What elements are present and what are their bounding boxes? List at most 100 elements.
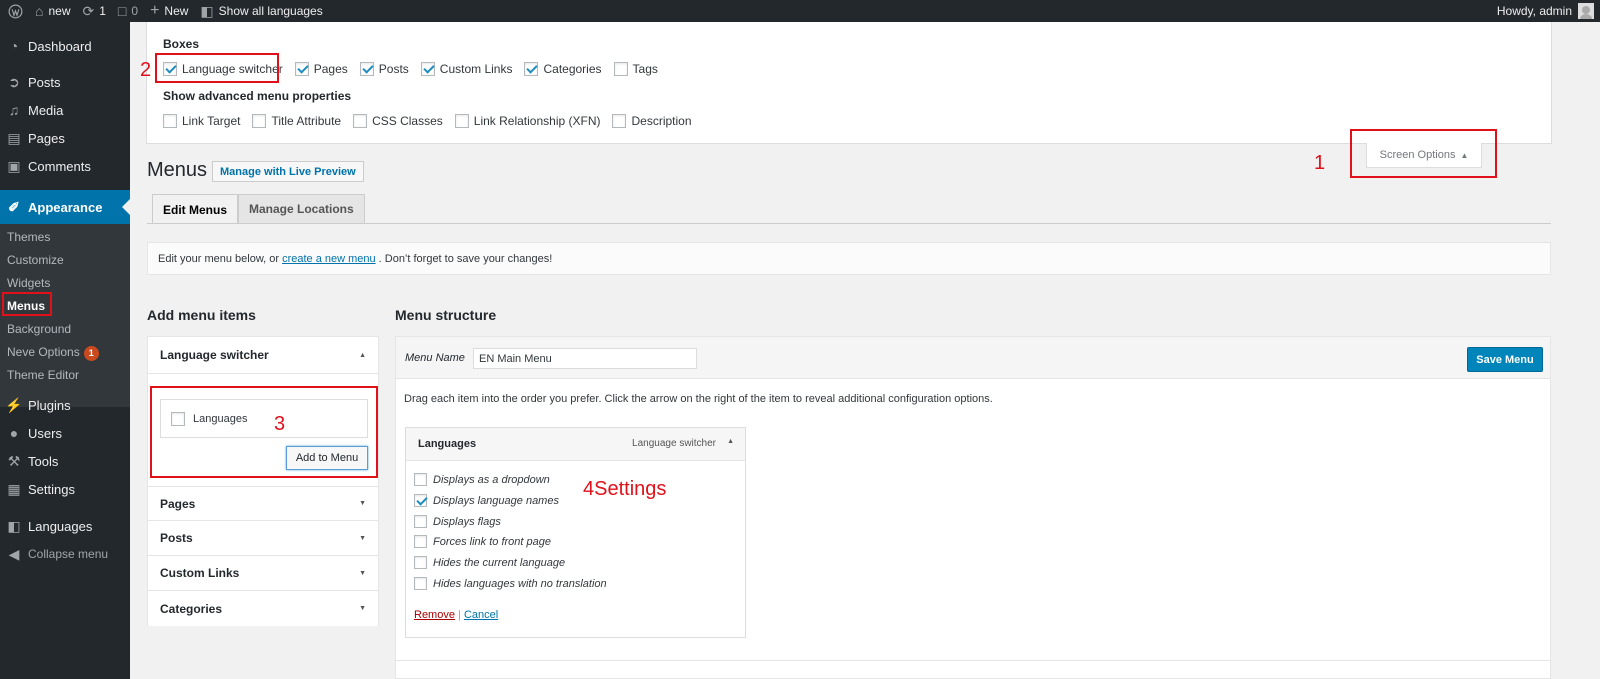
checkbox-categories[interactable]: Categories — [524, 62, 602, 76]
sidebar-item-label: Users — [28, 425, 62, 441]
accordion-language-switcher[interactable]: Language switcher ▲ — [148, 337, 378, 374]
option-hides-current-language[interactable]: Hides the current language — [414, 556, 565, 569]
checkbox[interactable] — [414, 535, 427, 548]
caret-down-icon: ▼ — [359, 534, 366, 542]
sidebar-item-label: Media — [28, 102, 64, 118]
new-content-link[interactable]: + New — [144, 0, 194, 22]
manage-live-preview-button[interactable]: Manage with Live Preview — [212, 161, 364, 182]
site-name: new — [48, 4, 71, 18]
sidebar-item-comments[interactable]: ▣ Comments — [0, 155, 130, 177]
option-displays-language-names[interactable]: Displays language names — [414, 494, 559, 507]
accordion-posts[interactable]: Posts ▼ — [148, 521, 378, 556]
checkbox[interactable] — [613, 62, 628, 76]
settings-icon: ▦ — [7, 480, 21, 497]
option-forces-link-front-page[interactable]: Forces link to front page — [414, 535, 551, 548]
checkbox-custom-links[interactable]: Custom Links — [420, 62, 512, 76]
wordpress-logo-link[interactable] — [0, 0, 29, 22]
translate-icon: ◧ — [200, 3, 214, 19]
comments-link[interactable]: □ 0 — [112, 0, 144, 22]
option-label: Displays as a dropdown — [433, 473, 550, 486]
wrench-icon: ⚒ — [7, 452, 21, 469]
option-displays-flags[interactable]: Displays flags — [414, 515, 501, 528]
checkbox-tags[interactable]: Tags — [613, 62, 658, 76]
checkbox-link-target[interactable]: Link Target — [163, 114, 240, 128]
checkbox-label: Posts — [378, 62, 409, 76]
sidebar-item-label: Tools — [28, 453, 59, 469]
media-icon: ♫ — [8, 102, 20, 118]
site-name-link[interactable]: ⌂ new — [29, 0, 76, 22]
tab-divider — [147, 223, 1551, 224]
collapse-menu-label: Collapse menu — [28, 547, 109, 561]
option-hides-no-translation[interactable]: Hides languages with no translation — [414, 577, 607, 590]
tab-edit-menus[interactable]: Edit Menus — [152, 194, 239, 224]
option-displays-dropdown[interactable]: Displays as a dropdown — [414, 473, 550, 486]
checkbox[interactable] — [414, 556, 427, 569]
sidebar-item-settings[interactable]: ▦ Settings — [0, 478, 130, 500]
sidebar-item-plugins[interactable]: ⚡ Plugins — [0, 394, 130, 416]
sidebar-item-users[interactable]: ● Users — [0, 422, 130, 444]
collapse-menu-button[interactable]: ◀ Collapse menu — [0, 543, 130, 565]
accordion-custom-links[interactable]: Custom Links ▼ — [148, 556, 378, 591]
create-new-menu-link[interactable]: create a new menu — [282, 253, 376, 265]
checkbox[interactable] — [252, 114, 267, 128]
translate-icon: ◧ — [7, 517, 21, 534]
checkbox[interactable] — [353, 114, 368, 128]
caret-up-icon[interactable]: ▲ — [727, 438, 734, 445]
annotation-box-add-languages — [150, 386, 378, 478]
menu-item-handle[interactable]: Languages Language switcher ▲ — [406, 428, 745, 461]
remove-link[interactable]: Remove — [414, 609, 455, 621]
submenu-item-themes[interactable]: Themes — [7, 230, 50, 244]
save-menu-button[interactable]: Save Menu — [1467, 347, 1543, 372]
checkbox-link-relationship[interactable]: Link Relationship (XFN) — [454, 114, 600, 128]
checkbox[interactable] — [414, 515, 427, 528]
updates-icon: ⟳ — [82, 3, 95, 19]
checkbox[interactable] — [294, 62, 309, 76]
notice-text-after: . Don’t forget to save your changes! — [378, 252, 553, 265]
sidebar-item-posts[interactable]: ➲ Posts — [0, 71, 130, 93]
edit-menu-notice: Edit your menu below, or create a new me… — [147, 242, 1551, 275]
accordion-label: Categories — [160, 601, 223, 616]
checkbox[interactable] — [414, 473, 427, 486]
checkbox-label: Description — [631, 114, 692, 128]
sidebar-item-tools[interactable]: ⚒ Tools — [0, 450, 130, 472]
show-all-languages-link[interactable]: ◧ Show all languages — [194, 0, 328, 22]
checkbox-css-classes[interactable]: CSS Classes — [353, 114, 443, 128]
sidebar-item-languages[interactable]: ◧ Languages — [0, 515, 130, 537]
accordion-label: Language switcher — [160, 348, 269, 362]
sidebar-item-pages[interactable]: ▤ Pages — [0, 127, 130, 149]
submenu-item-widgets[interactable]: Widgets — [7, 276, 50, 290]
checkbox-description[interactable]: Description — [612, 114, 692, 128]
checkbox-pages[interactable]: Pages — [294, 62, 348, 76]
option-label: Hides languages with no translation — [433, 577, 607, 590]
home-icon: ⌂ — [35, 3, 44, 19]
howdy-text: Howdy, admin — [1496, 4, 1572, 18]
checkbox-title-attribute[interactable]: Title Attribute — [252, 114, 341, 128]
checkbox[interactable] — [524, 62, 539, 76]
annotation-number-3: 3 — [274, 413, 286, 435]
tab-manage-locations[interactable]: Manage Locations — [238, 194, 365, 223]
checkbox[interactable] — [414, 494, 427, 507]
submenu-item-customize[interactable]: Customize — [7, 253, 64, 267]
checkbox[interactable] — [454, 114, 469, 128]
my-account-link[interactable]: Howdy, admin — [1497, 0, 1594, 22]
sidebar-item-label: Languages — [28, 518, 93, 534]
sidebar-item-dashboard[interactable]: ◔ Dashboard — [0, 35, 130, 57]
menu-name-input[interactable] — [473, 348, 697, 369]
cancel-link[interactable]: Cancel — [464, 609, 498, 621]
checkbox-posts[interactable]: Posts — [359, 62, 409, 76]
annotation-box-menus — [2, 292, 52, 316]
submenu-item-theme-editor[interactable]: Theme Editor — [7, 368, 79, 382]
submenu-item-background[interactable]: Background — [7, 322, 71, 336]
accordion-categories[interactable]: Categories ▼ — [148, 591, 378, 626]
accordion-label: Custom Links — [160, 566, 240, 580]
accordion-pages[interactable]: Pages ▼ — [148, 486, 378, 521]
sidebar-item-media[interactable]: ♫ Media — [0, 99, 130, 121]
sidebar-item-appearance[interactable]: ✐ Appearance — [0, 190, 130, 224]
updates-link[interactable]: ⟳ 1 — [76, 0, 111, 22]
checkbox[interactable] — [163, 114, 177, 128]
checkbox[interactable] — [612, 114, 627, 128]
submenu-item-neve-options[interactable]: Neve Options 1 — [7, 345, 99, 361]
checkbox[interactable] — [414, 577, 427, 590]
checkbox[interactable] — [359, 62, 374, 76]
checkbox[interactable] — [420, 62, 435, 76]
